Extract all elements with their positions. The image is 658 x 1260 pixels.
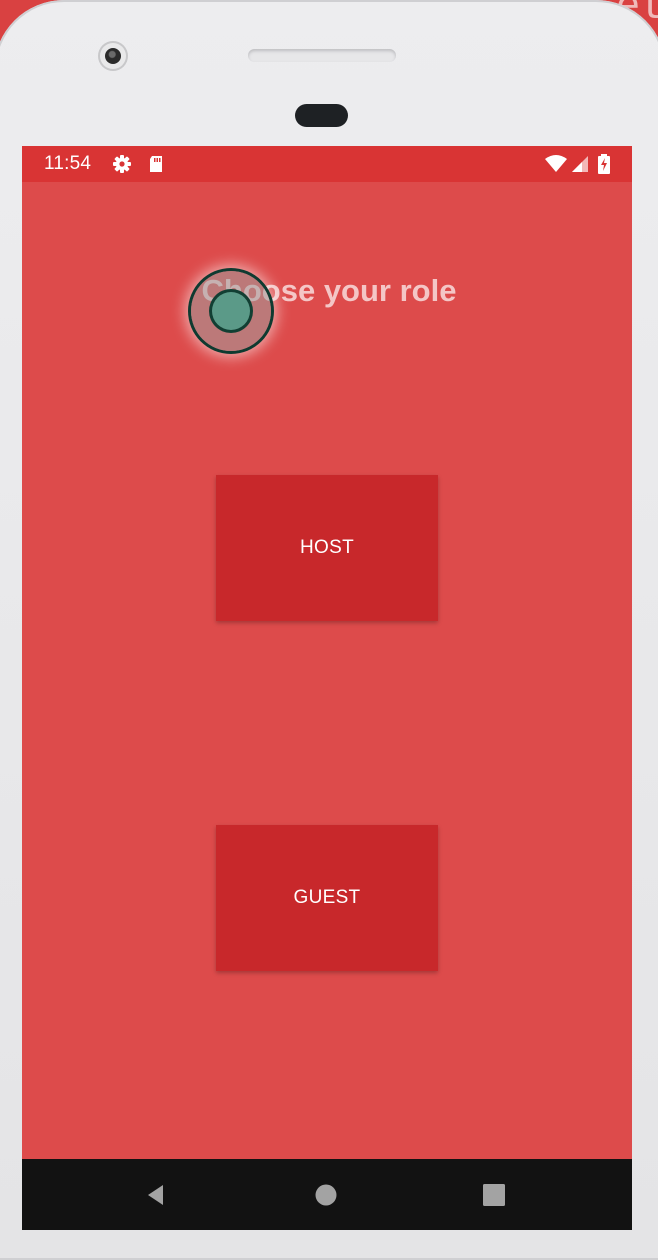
- page-title: Choose your role: [201, 273, 457, 308]
- app-screen: 11:54 Choose your role HOST GUEST: [22, 146, 632, 1230]
- sd-card-icon: [146, 154, 166, 174]
- speaker-grille: [248, 49, 396, 62]
- recents-icon[interactable]: [479, 1180, 509, 1210]
- status-time: 11:54: [44, 153, 92, 174]
- wifi-icon: [544, 154, 568, 174]
- guest-button[interactable]: GUEST: [216, 825, 438, 971]
- front-camera: [98, 41, 128, 71]
- battery-charging-icon: [597, 154, 611, 174]
- host-button[interactable]: HOST: [216, 475, 438, 621]
- navigation-bar: [22, 1159, 632, 1230]
- cell-signal-icon: [570, 154, 590, 174]
- home-icon[interactable]: [311, 1180, 341, 1210]
- earpiece: [295, 104, 348, 127]
- status-bar: 11:54: [22, 146, 632, 182]
- back-icon[interactable]: [141, 1180, 171, 1210]
- gear-icon: [112, 154, 132, 174]
- touch-indicator: [191, 271, 271, 351]
